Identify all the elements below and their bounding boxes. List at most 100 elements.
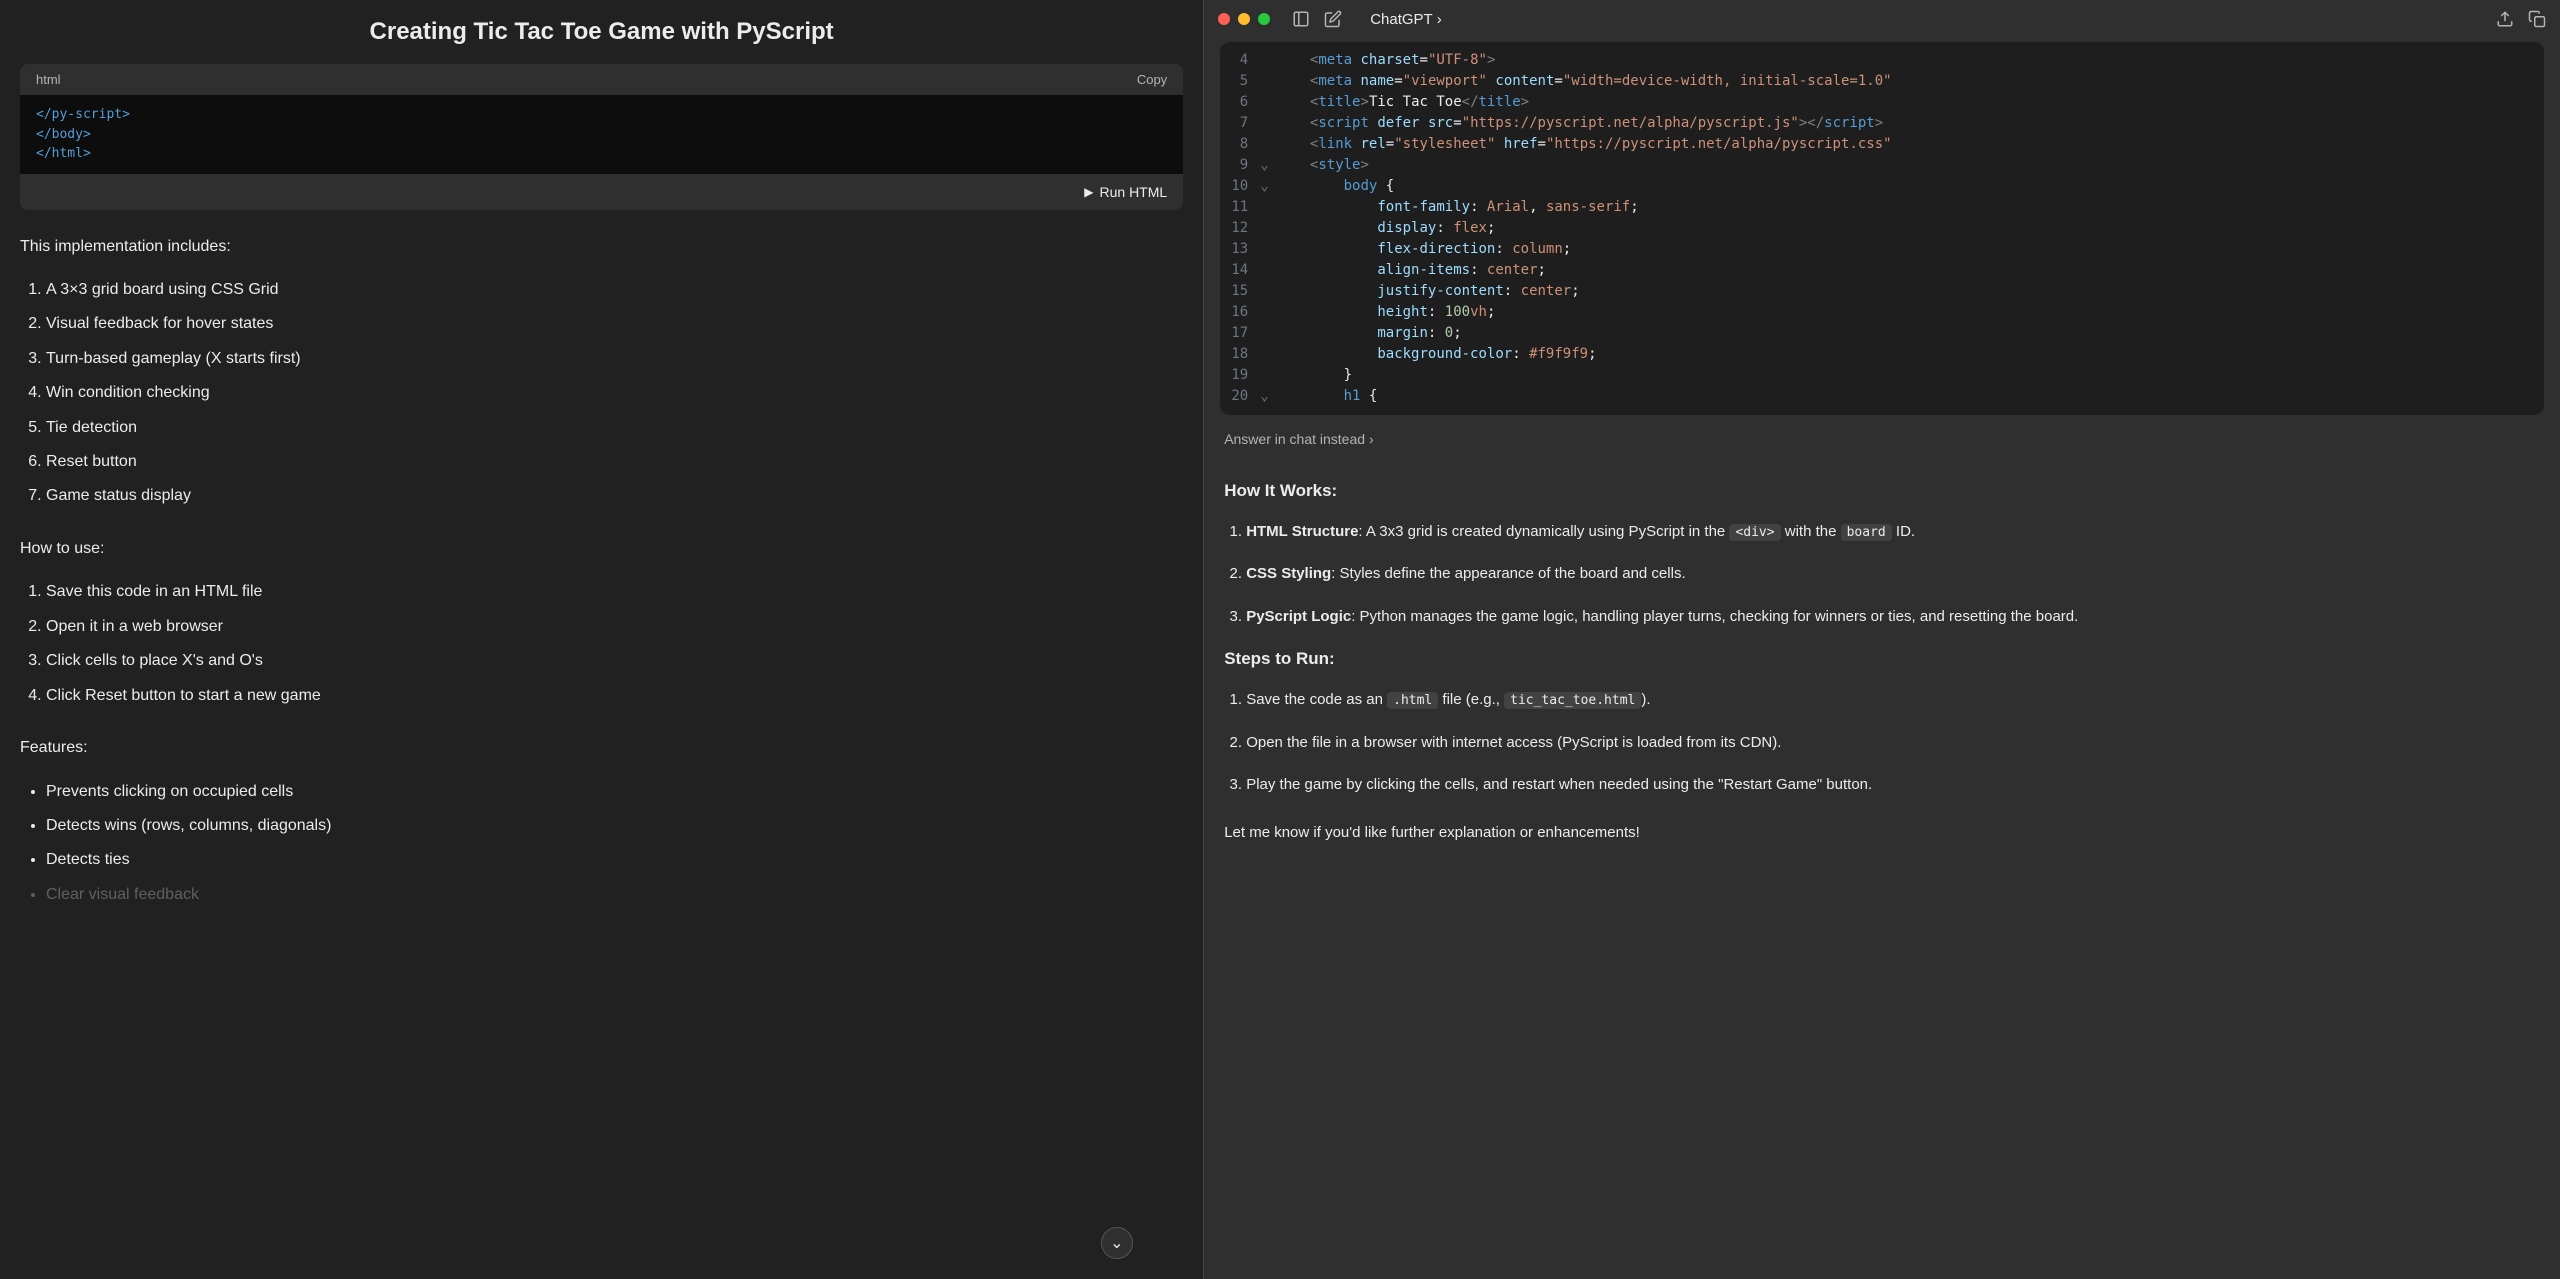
code-content[interactable]: <style> bbox=[1276, 155, 2544, 176]
code-content[interactable]: h1 { bbox=[1276, 386, 2544, 407]
line-number: 12 bbox=[1220, 218, 1260, 239]
editor-line[interactable]: 5 <meta name="viewport" content="width=d… bbox=[1220, 71, 2544, 92]
editor-line[interactable]: 8 <link rel="stylesheet" href="https://p… bbox=[1220, 134, 2544, 155]
line-number: 16 bbox=[1220, 302, 1260, 323]
intro-text: This implementation includes: bbox=[20, 234, 1183, 260]
editor-line[interactable]: 19 } bbox=[1220, 365, 2544, 386]
code-content[interactable]: align-items: center; bbox=[1276, 260, 2544, 281]
code-content[interactable]: <meta name="viewport" content="width=dev… bbox=[1276, 71, 2544, 92]
editor-line[interactable]: 20⌄ h1 { bbox=[1220, 386, 2544, 407]
editor-line[interactable]: 17 margin: 0; bbox=[1220, 323, 2544, 344]
line-number: 7 bbox=[1220, 113, 1260, 134]
footer-text: Let me know if you'd like further explan… bbox=[1224, 820, 2540, 846]
scroll-down-button[interactable]: ⌄ bbox=[1101, 1227, 1133, 1259]
editor-line[interactable]: 14 align-items: center; bbox=[1220, 260, 2544, 281]
maximize-window-button[interactable] bbox=[1258, 13, 1270, 25]
steps-list: Save the code as an .html file (e.g., ti… bbox=[1246, 686, 2540, 800]
code-content[interactable]: } bbox=[1276, 365, 2544, 386]
fold-icon[interactable]: ⌄ bbox=[1260, 155, 1276, 176]
traffic-lights bbox=[1218, 13, 1270, 25]
code-editor[interactable]: 4 <meta charset="UTF-8">5 <meta name="vi… bbox=[1220, 42, 2544, 415]
code-content[interactable]: display: flex; bbox=[1276, 218, 2544, 239]
editor-line[interactable]: 16 height: 100vh; bbox=[1220, 302, 2544, 323]
list-item: Prevents clicking on occupied cells bbox=[46, 777, 1183, 807]
explanation-content: How It Works: HTML Structure: A 3x3 grid… bbox=[1204, 453, 2560, 1279]
code-content[interactable]: justify-content: center; bbox=[1276, 281, 2544, 302]
line-number: 14 bbox=[1220, 260, 1260, 281]
list-item: Turn-based gameplay (X starts first) bbox=[46, 344, 1183, 374]
list-item: Tie detection bbox=[46, 413, 1183, 443]
editor-line[interactable]: 11 font-family: Arial, sans-serif; bbox=[1220, 197, 2544, 218]
list-item: Open it in a web browser bbox=[46, 612, 1183, 642]
code-content[interactable]: height: 100vh; bbox=[1276, 302, 2544, 323]
line-number: 17 bbox=[1220, 323, 1260, 344]
code-content[interactable]: flex-direction: column; bbox=[1276, 239, 2544, 260]
how-it-works-heading: How It Works: bbox=[1224, 477, 2540, 506]
fold-icon bbox=[1260, 323, 1276, 344]
editor-line[interactable]: 12 display: flex; bbox=[1220, 218, 2544, 239]
code-content[interactable]: body { bbox=[1276, 176, 2544, 197]
inline-code: .html bbox=[1387, 692, 1438, 709]
code-content[interactable]: <title>Tic Tac Toe</title> bbox=[1276, 92, 2544, 113]
editor-line[interactable]: 18 background-color: #f9f9f9; bbox=[1220, 344, 2544, 365]
usage-steps-list: Save this code in an HTML file Open it i… bbox=[46, 577, 1183, 711]
inline-code: <div> bbox=[1729, 524, 1780, 541]
list-item: Visual feedback for hover states bbox=[46, 309, 1183, 339]
answer-in-chat-link[interactable]: Answer in chat instead › bbox=[1204, 425, 2560, 453]
fold-icon[interactable]: ⌄ bbox=[1260, 386, 1276, 407]
fold-icon bbox=[1260, 365, 1276, 386]
minimize-window-button[interactable] bbox=[1238, 13, 1250, 25]
line-number: 13 bbox=[1220, 239, 1260, 260]
fold-icon[interactable]: ⌄ bbox=[1260, 176, 1276, 197]
line-number: 18 bbox=[1220, 344, 1260, 365]
fold-icon bbox=[1260, 239, 1276, 260]
code-line: </py-script> bbox=[36, 105, 1167, 125]
editor-line[interactable]: 6 <title>Tic Tac Toe</title> bbox=[1220, 92, 2544, 113]
run-label: Run HTML bbox=[1100, 184, 1168, 200]
features-list: Prevents clicking on occupied cells Dete… bbox=[46, 777, 1183, 911]
editor-line[interactable]: 13 flex-direction: column; bbox=[1220, 239, 2544, 260]
list-item: Clear visual feedback bbox=[46, 880, 1183, 910]
right-editor-panel: ChatGPT › 4 <meta charset="UTF-8">5 <met… bbox=[1203, 0, 2560, 1279]
code-block-container: html Copy </py-script> </body> </html> ▶… bbox=[20, 64, 1183, 210]
window-titlebar: ChatGPT › bbox=[1204, 0, 2560, 38]
chevron-right-icon: › bbox=[1437, 11, 1442, 28]
run-html-button[interactable]: ▶ Run HTML bbox=[20, 174, 1183, 210]
code-snippet: </py-script> </body> </html> bbox=[20, 95, 1183, 174]
fold-icon bbox=[1260, 113, 1276, 134]
upload-icon[interactable] bbox=[2496, 10, 2514, 28]
editor-line[interactable]: 4 <meta charset="UTF-8"> bbox=[1220, 50, 2544, 71]
line-number: 10 bbox=[1220, 176, 1260, 197]
line-number: 6 bbox=[1220, 92, 1260, 113]
list-item: Save the code as an .html file (e.g., ti… bbox=[1246, 686, 2540, 715]
code-content[interactable]: <script defer src="https://pyscript.net/… bbox=[1276, 113, 2544, 134]
page-title: Creating Tic Tac Toe Game with PyScript bbox=[20, 0, 1183, 64]
code-content[interactable]: <meta charset="UTF-8"> bbox=[1276, 50, 2544, 71]
list-item: HTML Structure: A 3x3 grid is created dy… bbox=[1246, 518, 2540, 547]
fold-icon bbox=[1260, 281, 1276, 302]
close-window-button[interactable] bbox=[1218, 13, 1230, 25]
code-content[interactable]: font-family: Arial, sans-serif; bbox=[1276, 197, 2544, 218]
editor-line[interactable]: 10⌄ body { bbox=[1220, 176, 2544, 197]
code-content[interactable]: <link rel="stylesheet" href="https://pys… bbox=[1276, 134, 2544, 155]
editor-line[interactable]: 15 justify-content: center; bbox=[1220, 281, 2544, 302]
fold-icon bbox=[1260, 218, 1276, 239]
list-item: Save this code in an HTML file bbox=[46, 577, 1183, 607]
edit-icon[interactable] bbox=[1324, 10, 1342, 28]
left-chat-panel: Creating Tic Tac Toe Game with PyScript … bbox=[0, 0, 1203, 1279]
window-title[interactable]: ChatGPT › bbox=[1370, 11, 2488, 28]
line-number: 11 bbox=[1220, 197, 1260, 218]
line-number: 8 bbox=[1220, 134, 1260, 155]
list-item: Detects ties bbox=[46, 845, 1183, 875]
editor-line[interactable]: 7 <script defer src="https://pyscript.ne… bbox=[1220, 113, 2544, 134]
inline-code: board bbox=[1841, 524, 1892, 541]
copy-icon[interactable] bbox=[2528, 10, 2546, 28]
code-content[interactable]: margin: 0; bbox=[1276, 323, 2544, 344]
editor-line[interactable]: 9⌄ <style> bbox=[1220, 155, 2544, 176]
line-number: 4 bbox=[1220, 50, 1260, 71]
copy-button[interactable]: Copy bbox=[1137, 72, 1167, 87]
sidebar-toggle-icon[interactable] bbox=[1292, 10, 1310, 28]
code-content[interactable]: background-color: #f9f9f9; bbox=[1276, 344, 2544, 365]
fold-icon bbox=[1260, 134, 1276, 155]
list-item: Open the file in a browser with internet… bbox=[1246, 729, 2540, 758]
